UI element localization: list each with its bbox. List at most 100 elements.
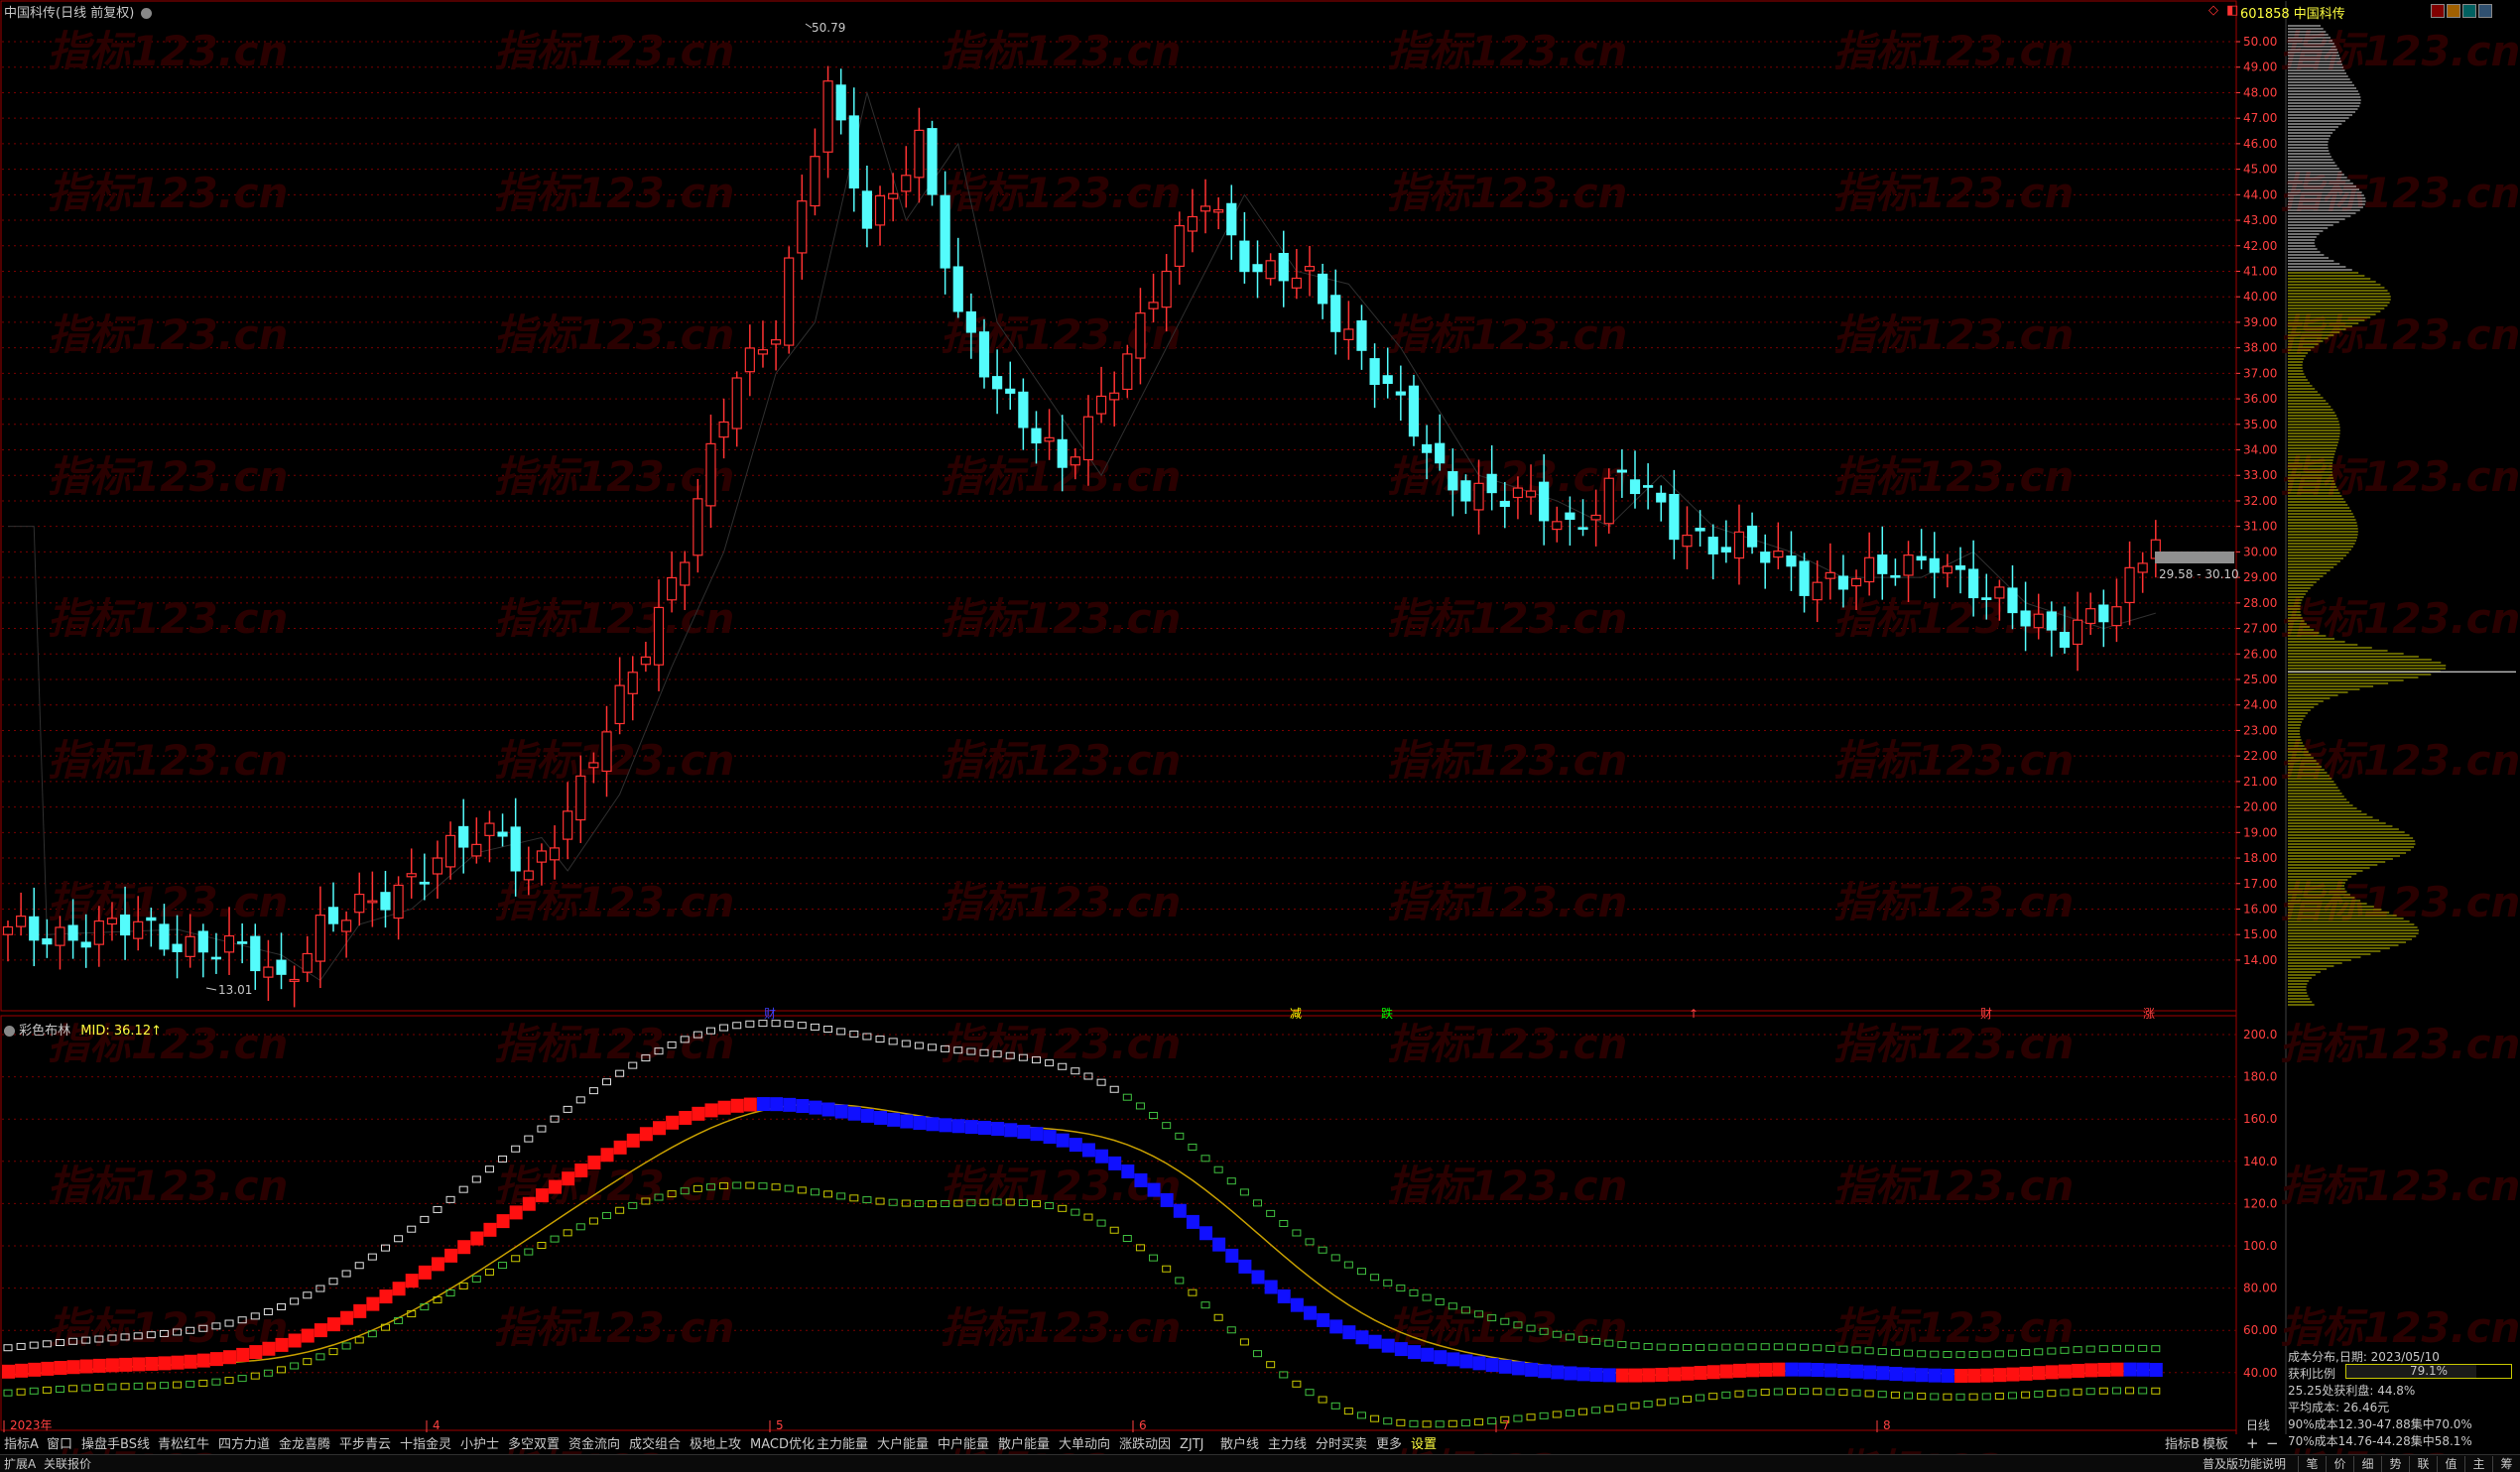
lower-band-mark <box>55 1386 64 1394</box>
mid-band-block <box>1876 1366 1890 1381</box>
candle-body <box>1733 531 1745 559</box>
indicator-tab[interactable]: 散户线 <box>1220 1436 1259 1454</box>
right-panel-tab[interactable]: 联 <box>2409 1456 2437 1472</box>
window-controls[interactable]: ◇ ◧ <box>2208 3 2238 18</box>
signal-marker[interactable]: 财 <box>1980 1007 1992 1021</box>
right-panel-tab[interactable]: 筹 <box>2492 1456 2520 1472</box>
indicator-tab[interactable]: ZJTJ <box>1180 1436 1204 1454</box>
expand-a-button[interactable]: 扩展A <box>4 1455 36 1472</box>
candle-body <box>341 920 352 932</box>
lower-band-mark <box>588 1217 598 1225</box>
right-panel-tab[interactable]: 细 <box>2353 1456 2381 1472</box>
indicator-tab[interactable]: 大户能量 <box>877 1436 929 1454</box>
price-tick-label: 16.00 <box>2243 902 2277 916</box>
related-quote-button[interactable]: 关联报价 <box>44 1455 91 1472</box>
upper-band-mark <box>1773 1343 1783 1351</box>
chart-canvas[interactable]: 指标123.cn 指标123.cn 指标123.cn 指标123.cn 指标123.cn… <box>0 0 2520 1472</box>
template-tab[interactable]: 模板 <box>2203 1436 2228 1454</box>
candle-body <box>315 915 325 962</box>
indicator-tab[interactable]: 资金流向 <box>568 1436 620 1454</box>
mid-band-block <box>1928 1368 1942 1383</box>
indicator-tab[interactable]: 更多 <box>1376 1436 1402 1454</box>
mid-band-block <box>1798 1362 1812 1377</box>
candle-body <box>2059 631 2071 648</box>
indicator-tab[interactable]: 成交组合 <box>629 1436 681 1454</box>
indicator-tab[interactable]: 指标A <box>4 1436 39 1454</box>
right-panel-tab[interactable]: 势 <box>2381 1456 2409 1472</box>
indicator-tab[interactable]: MACD优化 <box>750 1436 815 1454</box>
zoom-out-button[interactable]: − <box>2266 1434 2279 1452</box>
mid-band-block <box>1434 1350 1448 1365</box>
indicator-tab[interactable]: 极地上攻 <box>690 1436 741 1454</box>
mid-band-block <box>1719 1364 1733 1379</box>
upper-band-mark <box>602 1078 612 1086</box>
zoom-in-button[interactable]: + <box>2246 1434 2259 1452</box>
upper-band-mark <box>1643 1343 1653 1351</box>
indicator-tab[interactable]: 窗口 <box>47 1436 72 1454</box>
mid-band-block <box>874 1110 888 1125</box>
indicator-tab[interactable]: 大单动向 <box>1059 1436 1110 1454</box>
lower-band-mark <box>1266 1361 1276 1369</box>
right-panel-tab[interactable]: 价 <box>2326 1456 2353 1472</box>
lower-band-mark <box>328 1348 338 1356</box>
watermark-text: 指标123.cn <box>1387 1162 1627 1210</box>
right-panel-tab[interactable]: 笔 <box>2298 1456 2326 1472</box>
right-panel-tab[interactable]: 主 <box>2464 1456 2492 1472</box>
indicator-tab[interactable]: 涨跌动因 <box>1119 1436 1171 1454</box>
right-panel-tab[interactable]: 值 <box>2437 1456 2464 1472</box>
signal-marker[interactable]: ↑ <box>1689 1007 1699 1021</box>
indicator-tab[interactable]: 平步青云 <box>339 1436 391 1454</box>
candle-body <box>1825 571 1835 579</box>
chart-icon[interactable] <box>2478 4 2492 18</box>
indicator-tab[interactable]: 中户能量 <box>938 1436 989 1454</box>
restore-icon[interactable]: ◧ <box>2226 3 2238 18</box>
lower-band-mark <box>120 1383 130 1391</box>
indicator-tab[interactable]: 四方力道 <box>218 1436 270 1454</box>
candle-body <box>106 918 118 925</box>
indicator-tab[interactable]: 设置 <box>1411 1436 1437 1454</box>
indicator-gear-icon[interactable] <box>4 1026 15 1037</box>
mid-band-block <box>1602 1368 1616 1383</box>
indicator-tab[interactable]: 金龙喜腾 <box>279 1436 330 1454</box>
indicator-tab[interactable]: 散户能量 <box>998 1436 1050 1454</box>
grid-icon[interactable] <box>2462 4 2476 18</box>
mid-band-block <box>1629 1368 1642 1383</box>
window-close-icon[interactable] <box>2431 4 2445 18</box>
upper-band-mark <box>354 1262 364 1270</box>
mid-band-block <box>496 1214 510 1229</box>
indicator-tab[interactable]: 多空双置 <box>508 1436 560 1454</box>
mid-band-block <box>1642 1368 1656 1383</box>
indicator-tab[interactable]: 十指金灵 <box>400 1436 451 1454</box>
settings-icon[interactable] <box>141 8 153 19</box>
candle-body <box>992 376 1003 390</box>
indicator-tab[interactable]: 青松红牛 <box>158 1436 209 1454</box>
indicator-name[interactable]: 彩色布林 <box>19 1024 70 1039</box>
version-info-link[interactable]: 普及版功能说明 <box>2203 1455 2286 1472</box>
indicator-tab[interactable]: 小护士 <box>460 1436 499 1454</box>
indicator-tab[interactable]: 操盘手BS线 <box>81 1436 150 1454</box>
lower-band-mark <box>1175 1277 1185 1285</box>
watermark-text: 指标123.cn <box>1387 1020 1627 1068</box>
upper-band-mark <box>1162 1122 1172 1130</box>
signal-marker[interactable]: 减 <box>1290 1007 1302 1021</box>
signal-marker[interactable]: 财 <box>764 1007 776 1021</box>
upper-band-mark <box>2138 1344 2148 1352</box>
indicator-b-tab[interactable]: 指标B <box>2165 1436 2200 1454</box>
indicator-tab[interactable]: 主力线 <box>1268 1436 1307 1454</box>
indicator-tab[interactable]: 主力能量 <box>817 1436 868 1454</box>
upper-band-mark <box>1734 1343 1744 1351</box>
mid-band-block <box>2045 1365 2059 1380</box>
signal-marker[interactable]: 跌 <box>1381 1006 1393 1021</box>
diamond-icon[interactable]: ◇ <box>2208 3 2218 18</box>
signal-marker[interactable]: 涨 <box>2143 1006 2155 1021</box>
mid-band-block <box>1759 1362 1773 1377</box>
indicator-tab[interactable]: 分时买卖 <box>1316 1436 1367 1454</box>
upper-band-mark <box>511 1145 521 1153</box>
date-tick-label: 7 <box>1502 1418 1510 1432</box>
play-icon[interactable] <box>2447 4 2460 18</box>
watermark-text: 指标123.cn <box>1387 594 1627 643</box>
watermark-text: 指标123.cn <box>48 310 288 359</box>
upper-band-mark <box>1253 1199 1263 1207</box>
lower-band-mark <box>1552 1411 1562 1418</box>
profit-label: 获利比例 <box>2288 1367 2336 1381</box>
